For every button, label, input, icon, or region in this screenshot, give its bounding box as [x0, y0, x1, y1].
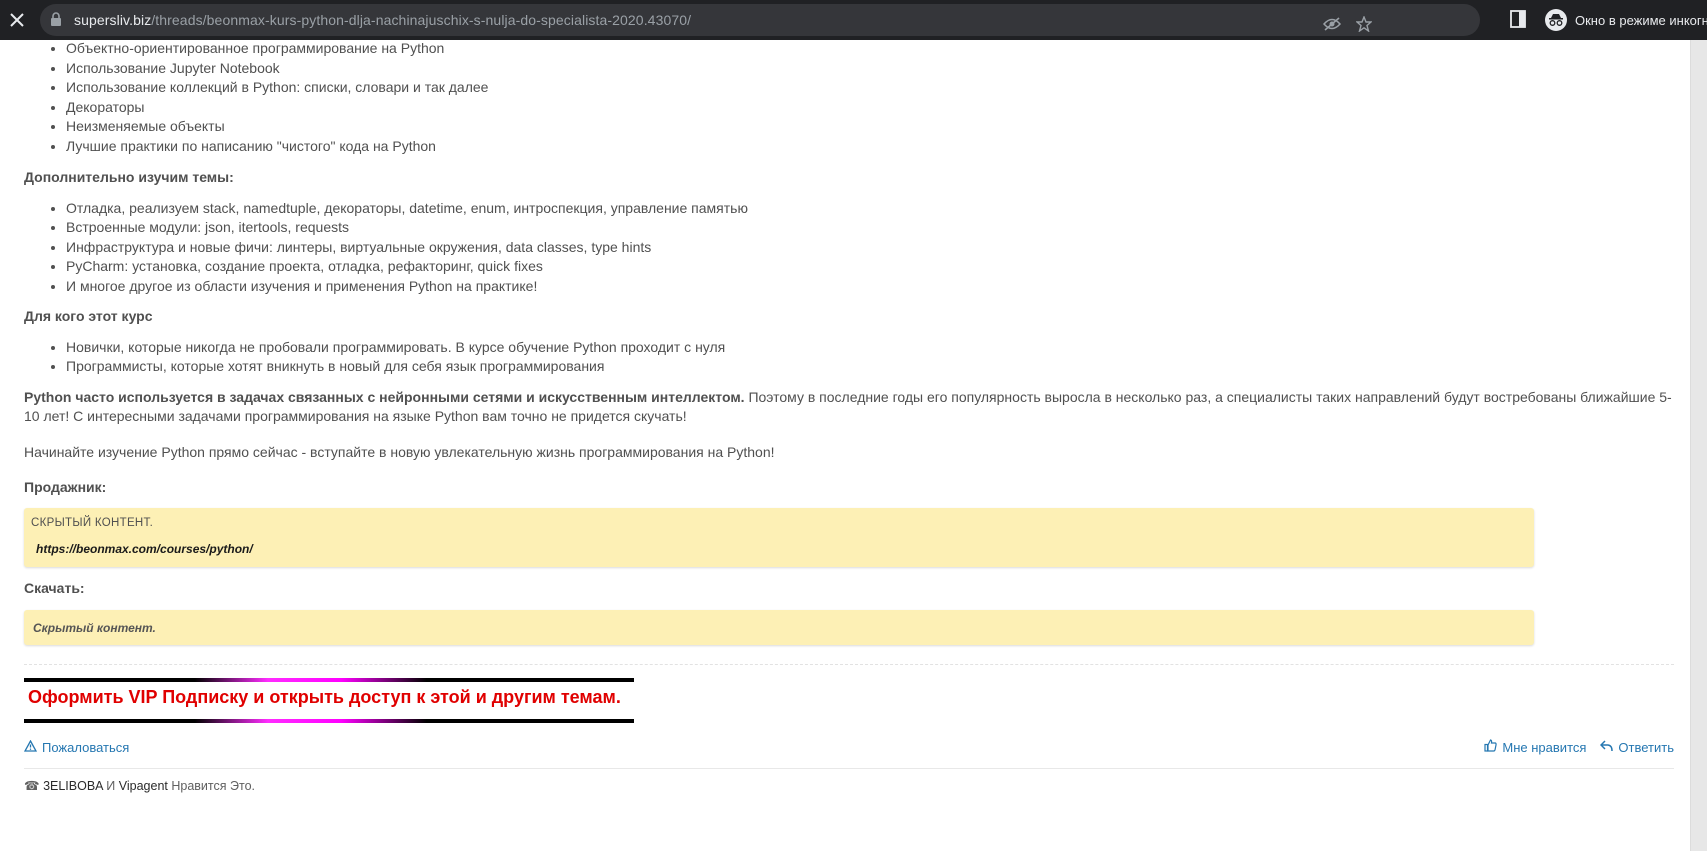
post-card: Объектно-ориентированное программировани…: [0, 40, 1691, 851]
reply-icon: [1600, 738, 1614, 758]
incognito-label: Окно в режиме инкогни: [1575, 12, 1707, 28]
list-item: Использование коллекций в Python: списки…: [66, 78, 1674, 98]
list-item: Лучшие практики по написанию "чистого" к…: [66, 137, 1674, 157]
close-icon[interactable]: [0, 0, 34, 40]
like-button[interactable]: Мне нравится: [1484, 738, 1586, 758]
warning-icon: [23, 738, 38, 758]
post-actions-right: Мне нравится Ответить: [1484, 738, 1674, 758]
list-item: Неизменяемые объекты: [66, 117, 1674, 137]
list-item: Использование Jupyter Notebook: [66, 59, 1674, 79]
list-item: И многое другое из области изучения и пр…: [66, 277, 1674, 297]
address-bar[interactable]: supersliv.biz/threads/beonmax-kurs-pytho…: [40, 4, 1480, 36]
audience-list: Новички, которые никогда не пробовали пр…: [24, 338, 1674, 377]
vip-bottom-line: [24, 719, 634, 723]
like-label: Мне нравится: [1502, 740, 1587, 755]
list-item: Программисты, которые хотят вникнуть в н…: [66, 357, 1674, 377]
incognito-icon: [1545, 9, 1567, 31]
likes-summary: ☎ 3ELIBOBA И Vipagent Нравится Это.: [24, 768, 1674, 797]
list-item: Инфраструктура и новые фичи: линтеры, ви…: [66, 238, 1674, 258]
seller-link[interactable]: https://beonmax.com/courses/python/: [36, 540, 253, 560]
list-item: PyCharm: установка, создание проекта, от…: [66, 257, 1674, 277]
report-link[interactable]: Пожаловаться: [23, 738, 130, 758]
hidden-download-text: Скрытый контент.: [33, 621, 156, 635]
hidden-content-box: СКРЫТЫЙ КОНТЕНТ. https://beonmax.com/cou…: [24, 507, 1534, 567]
likes-suffix: Нравится Это.: [167, 779, 255, 793]
download-heading: Скачать:: [24, 579, 85, 596]
page-viewport[interactable]: Объектно-ориентированное программировани…: [0, 40, 1707, 851]
vip-banner[interactable]: Оформить VIP Подписку и открыть доступ к…: [24, 678, 634, 724]
extra-topics-heading: Дополнительно изучим темы:: [24, 169, 234, 185]
reply-button[interactable]: Ответить: [1600, 738, 1674, 758]
browser-topbar: supersliv.biz/threads/beonmax-kurs-pytho…: [0, 0, 1707, 40]
call-to-action-text: Начинайте изучение Python прямо сейчас -…: [24, 443, 775, 460]
likes-conjunction: И: [102, 779, 119, 793]
list-item: Декораторы: [66, 98, 1674, 118]
reply-label: Ответить: [1618, 740, 1674, 755]
liker-user[interactable]: Vipagent: [119, 779, 168, 793]
vip-top-line: [24, 678, 634, 682]
list-item: Объектно-ориентированное программировани…: [66, 40, 1674, 59]
list-item: Отладка, реализуем stack, namedtuple, де…: [66, 199, 1674, 219]
post-content: Объектно-ориентированное программировани…: [23, 40, 1674, 797]
list-item: Встроенные модули: json, itertools, requ…: [66, 218, 1674, 238]
post-actions: Пожаловаться Мне нравится Ответить: [23, 738, 1674, 758]
hidden-content-title: СКРЫТЫЙ КОНТЕНТ.: [31, 516, 154, 529]
thumbs-up-icon: [1484, 738, 1498, 758]
star-icon[interactable]: [1348, 4, 1380, 44]
audience-heading: Для кого этот курс: [24, 308, 153, 324]
feature-list: Объектно-ориентированное программировани…: [24, 40, 1674, 156]
vip-link[interactable]: Оформить VIP Подписку и открыть доступ к…: [28, 687, 621, 708]
extra-topics-list: Отладка, реализуем stack, namedtuple, де…: [24, 199, 1674, 297]
python-description: Python часто используется в задачах связ…: [24, 388, 1672, 425]
url-icons: [1316, 4, 1380, 44]
list-item: Новички, которые никогда не пробовали пр…: [66, 338, 1674, 358]
lock-icon[interactable]: [50, 12, 62, 32]
seller-heading: Продажник:: [24, 479, 107, 495]
likes-icon: ☎: [24, 779, 40, 793]
incognito-indicator[interactable]: Окно в режиме инкогни: [1545, 7, 1707, 33]
url-text[interactable]: supersliv.biz/threads/beonmax-kurs-pytho…: [74, 12, 691, 28]
hidden-download-box: Скрытый контент.: [24, 610, 1534, 645]
report-label: Пожаловаться: [42, 740, 130, 755]
side-panel-icon[interactable]: [1510, 10, 1526, 33]
eye-off-icon[interactable]: [1316, 4, 1348, 44]
liker-user[interactable]: 3ELIBOBA: [43, 779, 103, 793]
